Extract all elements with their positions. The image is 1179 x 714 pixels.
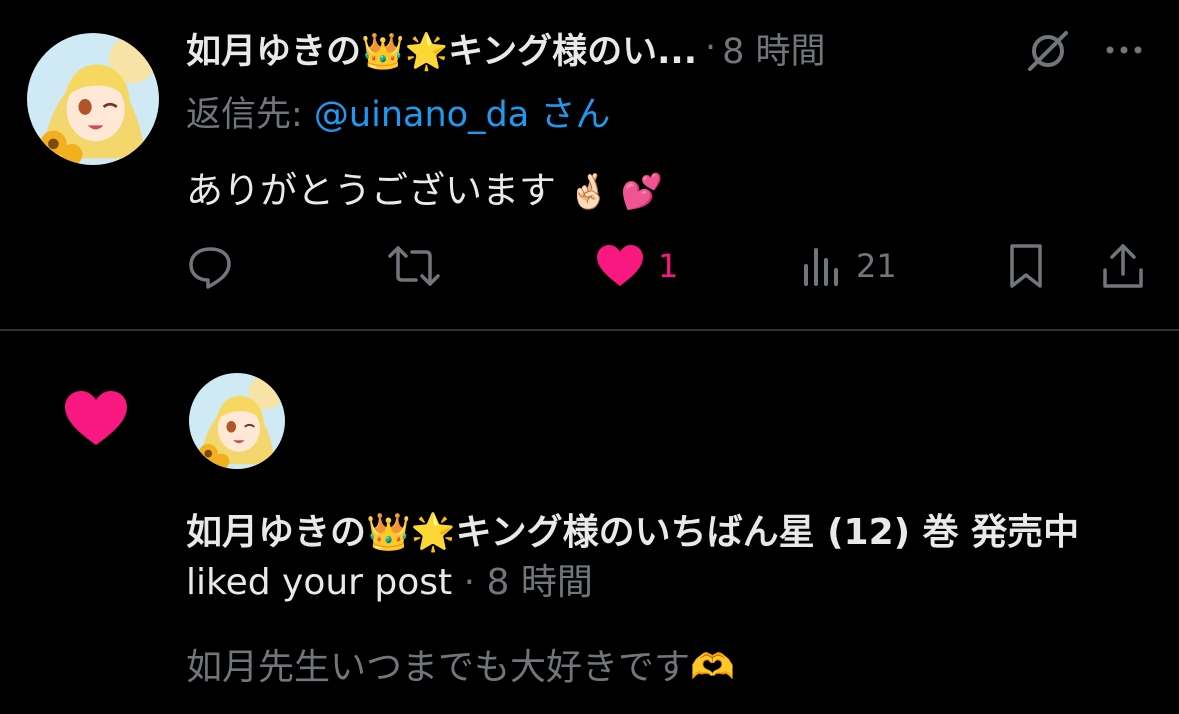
avatar-illustration: [189, 373, 285, 469]
like-button[interactable]: 1: [594, 238, 678, 294]
reply-context: 返信先: @uinano_da さん: [186, 86, 610, 137]
header-separator: ·: [705, 28, 717, 68]
reply-prefix: 返信先:: [186, 95, 314, 135]
author-avatar[interactable]: [27, 33, 159, 165]
notification-user-name[interactable]: 如月ゆきの👑🌟キング様のいちばん星 (12) 巻 発売中: [186, 512, 1079, 553]
notification-text[interactable]: 如月ゆきの👑🌟キング様のいちばん星 (12) 巻 発売中 liked your …: [186, 508, 1156, 608]
more-icon[interactable]: [1100, 30, 1148, 70]
views-count: 21: [856, 247, 897, 285]
reply-post[interactable]: 如月ゆきの👑🌟キング様のい... · 8 時間 返信先: @uinano_da …: [0, 0, 1179, 330]
post-text-emoji: 🤞🏻 💕: [567, 172, 664, 212]
reply-button[interactable]: [184, 238, 236, 294]
share-icon: [1103, 244, 1143, 288]
heart-filled-icon: [597, 245, 643, 286]
bookmark-button[interactable]: [1004, 238, 1048, 294]
notification-separator: ·: [452, 562, 487, 603]
heart-filled-icon: [62, 388, 130, 448]
views-button[interactable]: 21: [800, 238, 897, 294]
repost-icon: [388, 246, 440, 286]
author-name[interactable]: 如月ゆきの👑🌟キング様のい...: [186, 23, 697, 74]
reply-handle[interactable]: @uinano_da: [314, 95, 529, 135]
notification-post-preview[interactable]: 如月先生いつまでも大好きです🫶: [186, 638, 735, 690]
post-time[interactable]: 8 時間: [722, 23, 825, 74]
liker-avatar[interactable]: [189, 373, 285, 469]
grok-icon[interactable]: [1022, 25, 1074, 77]
views-icon: [804, 248, 838, 286]
post-text: ありがとうございます 🤞🏻 💕: [186, 160, 663, 214]
post-header: 如月ゆきの👑🌟キング様のい... · 8 時間: [186, 22, 826, 74]
action-bar: 1 21: [0, 238, 1179, 294]
avatar-illustration: [27, 33, 159, 165]
like-count: 1: [658, 247, 679, 285]
share-button[interactable]: [1100, 238, 1146, 294]
repost-button[interactable]: [386, 238, 442, 294]
post-text-body: ありがとうございます: [186, 169, 556, 212]
notification-action: liked your post: [186, 562, 453, 603]
bookmark-icon: [1010, 244, 1042, 288]
notifications-page: 如月ゆきの👑🌟キング様のい... · 8 時間 返信先: @uinano_da …: [0, 0, 1179, 714]
divider: [0, 329, 1179, 331]
reply-suffix[interactable]: さん: [529, 95, 610, 135]
reply-icon: [189, 247, 231, 289]
notification-time: 8 時間: [486, 562, 593, 603]
